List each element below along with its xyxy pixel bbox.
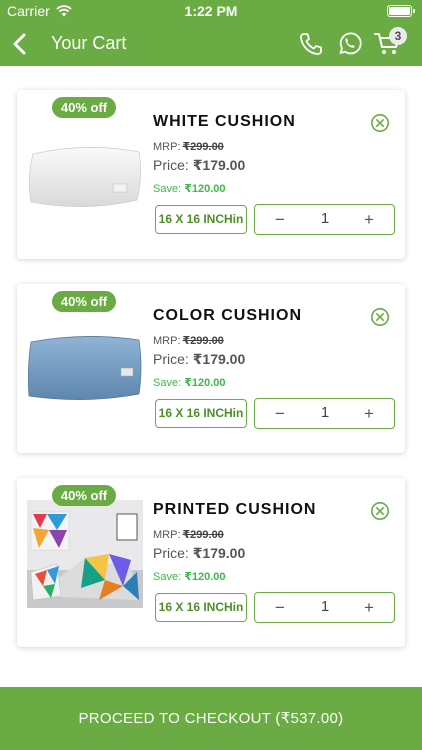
product-image[interactable] — [27, 112, 143, 220]
battery-icon — [387, 5, 415, 17]
quantity-stepper: − 1 + — [254, 204, 395, 235]
chevron-left-icon — [13, 33, 26, 55]
product-name: WHITE CUSHION — [153, 113, 296, 130]
save-value: ₹120.00 — [184, 183, 226, 195]
cart-count-badge: 3 — [389, 27, 407, 45]
price-label: Price: — [153, 545, 189, 561]
product-image[interactable] — [27, 500, 143, 608]
quantity-stepper: − 1 + — [254, 398, 395, 429]
price-text: Price: ₹179.00 — [153, 351, 245, 368]
mrp-label: MRP: — [153, 141, 181, 153]
price-value: ₹179.00 — [192, 351, 246, 367]
discount-badge: 40% off — [52, 97, 116, 118]
mrp-label: MRP: — [153, 335, 181, 347]
increase-quantity-button[interactable]: + — [357, 403, 381, 425]
price-value: ₹179.00 — [192, 545, 246, 561]
product-image[interactable] — [27, 306, 143, 414]
product-name: COLOR CUSHION — [153, 307, 302, 324]
discount-badge: 40% off — [52, 485, 116, 506]
cart-item-card: 40% off COLOR CUSHION MRP: ₹299.00 Price:… — [17, 284, 405, 453]
save-text: Save: ₹120.00 — [153, 376, 226, 389]
status-time: 1:22 PM — [184, 3, 238, 19]
size-selector[interactable]: 16 X 16 INCHin — [155, 205, 247, 234]
cart-item-card: 40% off WHITE CUSHION MRP: ₹299.00 Price:… — [17, 90, 405, 259]
price-label: Price: — [153, 351, 189, 367]
save-label: Save: — [153, 377, 182, 389]
product-name: PRINTED CUSHION — [153, 501, 317, 518]
mrp-value: ₹299.00 — [182, 529, 224, 541]
price-text: Price: ₹179.00 — [153, 157, 245, 174]
decrease-quantity-button[interactable]: − — [268, 597, 292, 619]
mrp-text: MRP: ₹299.00 — [153, 334, 224, 347]
discount-badge: 40% off — [52, 291, 116, 312]
price-label: Price: — [153, 157, 189, 173]
mrp-text: MRP: ₹299.00 — [153, 528, 224, 541]
size-selector[interactable]: 16 X 16 INCHin — [155, 399, 247, 428]
nav-bar: Your Cart 3 — [0, 22, 422, 66]
quantity-value: 1 — [320, 598, 330, 615]
size-selector[interactable]: 16 X 16 INCHin — [155, 593, 247, 622]
decrease-quantity-button[interactable]: − — [268, 403, 292, 425]
quantity-stepper: − 1 + — [254, 592, 395, 623]
decrease-quantity-button[interactable]: − — [268, 209, 292, 231]
save-text: Save: ₹120.00 — [153, 182, 226, 195]
mrp-label: MRP: — [153, 529, 181, 541]
save-value: ₹120.00 — [184, 571, 226, 583]
price-text: Price: ₹179.00 — [153, 545, 245, 562]
increase-quantity-button[interactable]: + — [357, 597, 381, 619]
increase-quantity-button[interactable]: + — [357, 209, 381, 231]
save-text: Save: ₹120.00 — [153, 570, 226, 583]
checkout-button[interactable]: PROCEED TO CHECKOUT (₹537.00) — [0, 687, 422, 750]
whatsapp-icon[interactable] — [336, 31, 362, 57]
save-label: Save: — [153, 571, 182, 583]
back-button[interactable] — [6, 30, 32, 58]
page-title: Your Cart — [51, 33, 127, 53]
save-value: ₹120.00 — [184, 377, 226, 389]
price-value: ₹179.00 — [192, 157, 246, 173]
save-label: Save: — [153, 183, 182, 195]
cart-item-card: 40% off PRINTED CUSHION MRP: ₹299.00 Pric… — [17, 478, 405, 647]
remove-item-icon[interactable] — [370, 307, 390, 327]
mrp-value: ₹299.00 — [182, 141, 224, 153]
status-bar: Carrier 1:22 PM — [0, 0, 422, 22]
mrp-text: MRP: ₹299.00 — [153, 140, 224, 153]
quantity-value: 1 — [320, 404, 330, 421]
remove-item-icon[interactable] — [370, 113, 390, 133]
remove-item-icon[interactable] — [370, 501, 390, 521]
mrp-value: ₹299.00 — [182, 335, 224, 347]
quantity-value: 1 — [320, 210, 330, 227]
phone-icon[interactable] — [298, 31, 324, 57]
